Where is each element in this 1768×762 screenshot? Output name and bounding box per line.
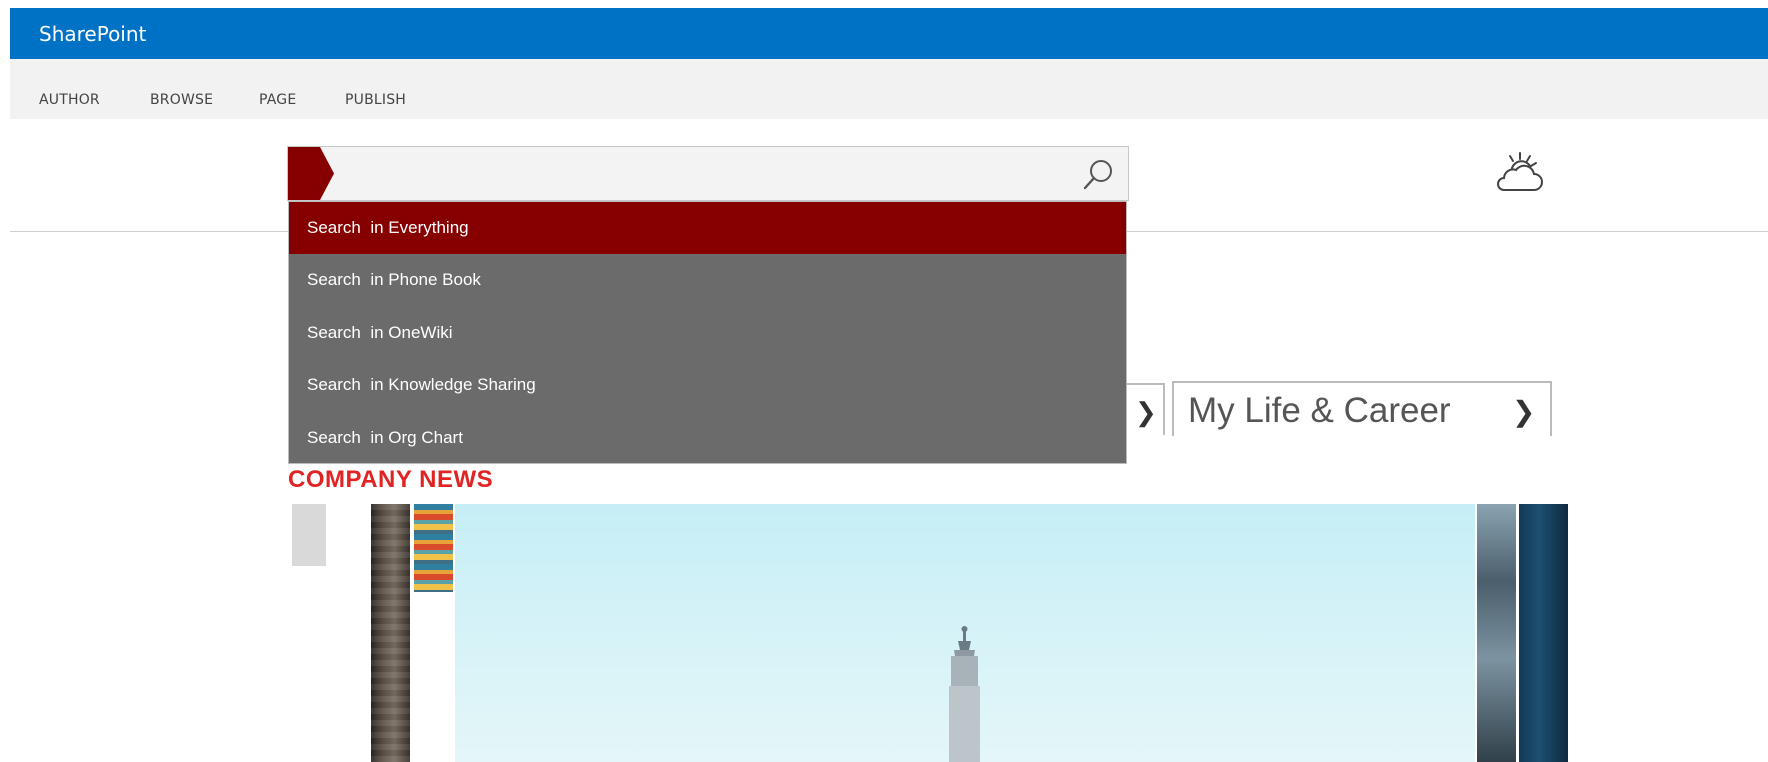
tile-my-life-career[interactable]: My Life & Career ❯ [1172,381,1552,436]
suite-bar: SharePoint [10,8,1768,59]
brand-label[interactable]: SharePoint [39,22,146,46]
search-magnifier-icon[interactable] [1081,157,1117,193]
search-scope-phone-book[interactable]: Search in Phone Book [289,254,1126,306]
chevron-right-icon: ❯ [1135,397,1157,427]
search-prefix: Search [307,218,361,237]
search-scope-label: in Everything [370,218,469,237]
search-scope-dropdown: Search in Everything Search in Phone Boo… [288,201,1127,464]
tile-label: My Life & Career [1188,391,1451,430]
news-thumbnail[interactable] [1477,504,1516,762]
search-scope-label: in Knowledge Sharing [370,375,536,394]
search-scope-label: in Org Chart [370,428,463,447]
search-scope-org-chart[interactable]: Search in Org Chart [289,412,1126,464]
search-scope-label: in OneWiki [370,323,453,342]
tab-publish[interactable]: PUBLISH [345,92,406,108]
search-prefix: Search [307,270,361,289]
capitol-dome-image [949,626,980,762]
search-scope-knowledge-sharing[interactable]: Search in Knowledge Sharing [289,359,1126,411]
news-thumbnail[interactable] [414,504,453,592]
ribbon-tabs: AUTHOR BROWSE PAGE PUBLISH [10,59,1768,119]
search-scope-label: in Phone Book [370,270,481,289]
search-scope-everything[interactable]: Search in Everything [289,202,1126,254]
news-hero-image[interactable] [455,504,1475,762]
sharepoint-page: SharePoint AUTHOR BROWSE PAGE PUBLISH ❯ [0,0,1768,762]
tab-browse[interactable]: BROWSE [150,92,213,108]
news-nav-placeholder[interactable] [292,504,326,566]
search-input[interactable] [340,155,1070,191]
previous-tile[interactable]: ❯ [1127,383,1165,435]
company-news-heading: COMPANY NEWS [288,466,494,493]
tab-page[interactable]: PAGE [259,92,296,108]
news-thumbnail[interactable] [1519,504,1568,762]
tab-author[interactable]: AUTHOR [39,92,100,108]
weather-cloud-sun-icon[interactable] [1490,150,1550,195]
news-thumbnail[interactable] [371,504,410,762]
search-prefix: Search [307,428,361,447]
search-prefix: Search [307,375,361,394]
search-scope-onewiki[interactable]: Search in OneWiki [289,307,1126,359]
chevron-right-icon: ❯ [1512,396,1536,427]
search-box [287,146,1129,201]
search-scope-flag-icon[interactable] [288,147,334,200]
search-prefix: Search [307,323,361,342]
